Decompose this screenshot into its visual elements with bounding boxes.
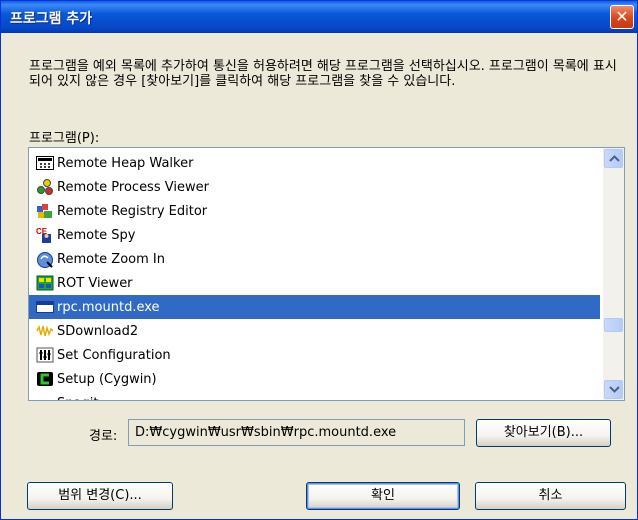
program-item-label: Setup (Cygwin) xyxy=(57,371,157,387)
program-list-item[interactable]: Remote Process Viewer xyxy=(29,175,600,199)
program-list-item[interactable]: ROT Viewer xyxy=(29,271,600,295)
program-list-item[interactable]: Remote Registry Editor xyxy=(29,199,600,223)
program-list-label: 프로그램(P): xyxy=(29,131,100,146)
scroll-thumb[interactable] xyxy=(604,318,623,332)
program-item-label: ROT Viewer xyxy=(57,275,133,291)
description-text: 프로그램을 예외 목록에 추가하여 통신을 허용하려면 해당 프로그램을 선택하… xyxy=(29,59,617,89)
scroll-up-button[interactable] xyxy=(604,149,623,168)
waveform-icon xyxy=(35,322,55,340)
path-label: 경로: xyxy=(89,429,118,444)
program-item-label: Remote Spy xyxy=(57,227,136,243)
program-list-item[interactable]: Snagit xyxy=(29,391,600,401)
program-item-label: Set Configuration xyxy=(57,347,171,363)
close-icon: ✕ xyxy=(615,7,629,26)
program-list-item[interactable]: Remote Heap Walker xyxy=(29,151,600,175)
program-item-label: Remote Zoom In xyxy=(57,251,165,267)
program-item-label: rpc.mountd.exe xyxy=(57,299,160,315)
scroll-down-button[interactable] xyxy=(604,380,623,399)
program-list[interactable]: Remote Heap Walker Remote Process Viewer R… xyxy=(28,147,625,401)
snagit-icon xyxy=(35,394,55,400)
path-field: D:₩cygwin₩usr₩sbin₩rpc.mountd.exe xyxy=(128,419,465,446)
program-list-item[interactable]: Remote Zoom In xyxy=(29,247,600,271)
program-list-item[interactable]: Set Configuration xyxy=(29,343,600,367)
title-bar[interactable]: 프로그램 추가 ✕ xyxy=(1,1,637,33)
zoom-icon xyxy=(35,250,55,268)
program-list-item[interactable]: Setup (Cygwin) xyxy=(29,367,600,391)
ok-button[interactable]: 확인 xyxy=(306,482,460,510)
cygwin-icon xyxy=(35,370,55,388)
program-item-label: Remote Registry Editor xyxy=(57,203,208,219)
heap-walker-icon xyxy=(35,154,55,172)
executable-icon xyxy=(35,298,55,316)
program-list-item[interactable]: rpc.mountd.exe xyxy=(29,295,600,319)
program-item-label: Remote Heap Walker xyxy=(57,155,194,171)
cancel-button[interactable]: 취소 xyxy=(475,482,626,510)
add-program-dialog: 프로그램 추가 ✕ 프로그램을 예외 목록에 추가하여 통신을 허용하려면 해당… xyxy=(0,0,638,520)
rot-viewer-icon xyxy=(35,274,55,292)
registry-editor-icon xyxy=(35,202,55,220)
window-title: 프로그램 추가 xyxy=(10,11,93,27)
program-item-label: Remote Process Viewer xyxy=(57,179,209,195)
process-viewer-icon xyxy=(35,178,55,196)
change-scope-button[interactable]: 범위 변경(C)... xyxy=(27,482,173,510)
browse-button[interactable]: 찾아보기(B)... xyxy=(476,419,611,447)
program-item-label: SDownload2 xyxy=(57,323,139,339)
spy-icon: CE xyxy=(35,226,55,244)
chevron-up-icon xyxy=(609,155,620,162)
close-button[interactable]: ✕ xyxy=(610,5,634,29)
program-item-label: Snagit xyxy=(57,396,98,401)
program-list-item[interactable]: CE Remote Spy xyxy=(29,223,600,247)
configuration-icon xyxy=(35,346,55,364)
vertical-scrollbar[interactable] xyxy=(603,148,624,400)
chevron-down-icon xyxy=(609,386,620,393)
program-list-rows: Remote Heap Walker Remote Process Viewer R… xyxy=(29,151,600,401)
path-value: D:₩cygwin₩usr₩sbin₩rpc.mountd.exe xyxy=(135,425,397,440)
program-list-item[interactable]: SDownload2 xyxy=(29,319,600,343)
